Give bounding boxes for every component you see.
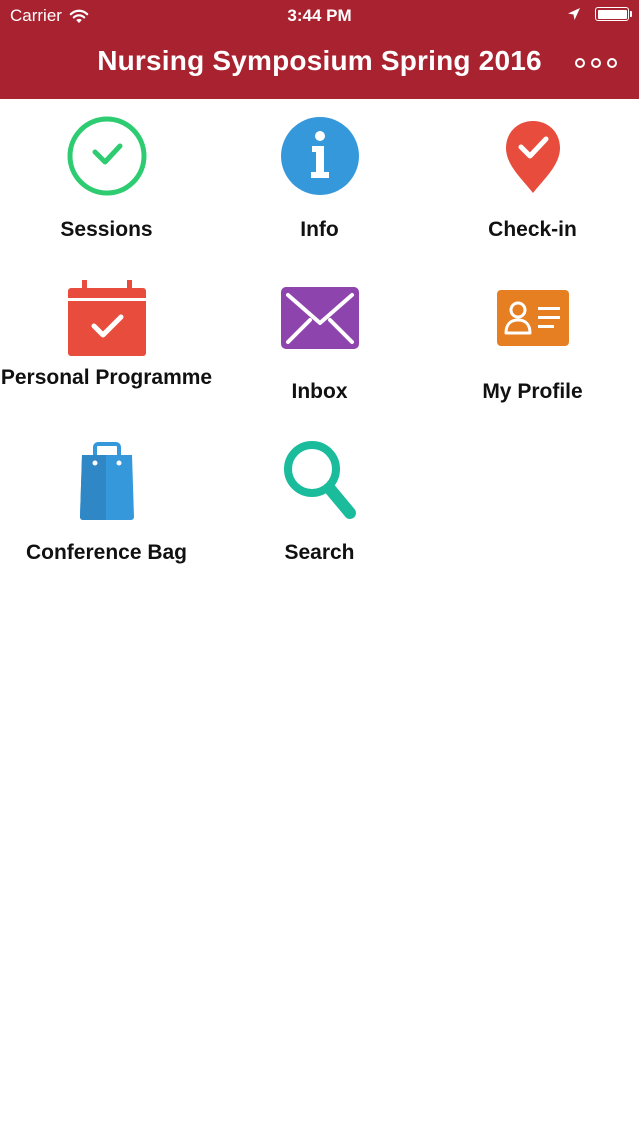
- id-card-icon: [426, 289, 639, 347]
- menu-item-search[interactable]: Search: [213, 437, 426, 577]
- menu-item-label: Check-in: [488, 218, 577, 241]
- menu-item-label: Inbox: [291, 380, 348, 403]
- menu-item-sessions[interactable]: Sessions: [0, 99, 213, 259]
- ellipsis-icon: [575, 58, 585, 68]
- clock-check-icon: [0, 116, 213, 196]
- menu-item-my-profile[interactable]: My Profile: [426, 274, 639, 424]
- menu-item-label: My Profile: [482, 380, 583, 403]
- menu-item-label: Conference Bag: [25, 541, 188, 564]
- shopping-bag-icon: [0, 439, 213, 521]
- page-title: Nursing Symposium Spring 2016: [97, 45, 542, 76]
- calendar-check-icon: [0, 278, 213, 358]
- menu-item-label: Search: [284, 541, 355, 564]
- menu-item-check-in[interactable]: Check-in: [426, 99, 639, 259]
- status-bar: Carrier 3:44 PM: [0, 0, 639, 34]
- envelope-icon: [213, 286, 426, 350]
- menu-item-inbox[interactable]: Inbox: [213, 274, 426, 424]
- magnifier-icon: [213, 439, 426, 521]
- battery-icon: [595, 7, 632, 21]
- status-time: 3:44 PM: [287, 6, 352, 25]
- more-options-button[interactable]: [573, 56, 619, 70]
- menu-item-info[interactable]: Info: [213, 99, 426, 259]
- location-check-icon: [426, 119, 639, 195]
- status-right: [567, 7, 632, 21]
- menu-item-conference-bag[interactable]: Conference Bag: [0, 437, 213, 577]
- menu-item-label: Info: [300, 218, 339, 241]
- menu-item-label: Sessions: [60, 218, 153, 241]
- info-icon: [213, 116, 426, 196]
- app-header: Carrier 3:44 PM Nursing Symposium Spring…: [0, 0, 639, 99]
- location-arrow-icon: [568, 8, 580, 20]
- menu-item-personal-programme[interactable]: Personal Programme: [0, 274, 213, 424]
- menu-item-label: Personal Programme: [0, 366, 213, 389]
